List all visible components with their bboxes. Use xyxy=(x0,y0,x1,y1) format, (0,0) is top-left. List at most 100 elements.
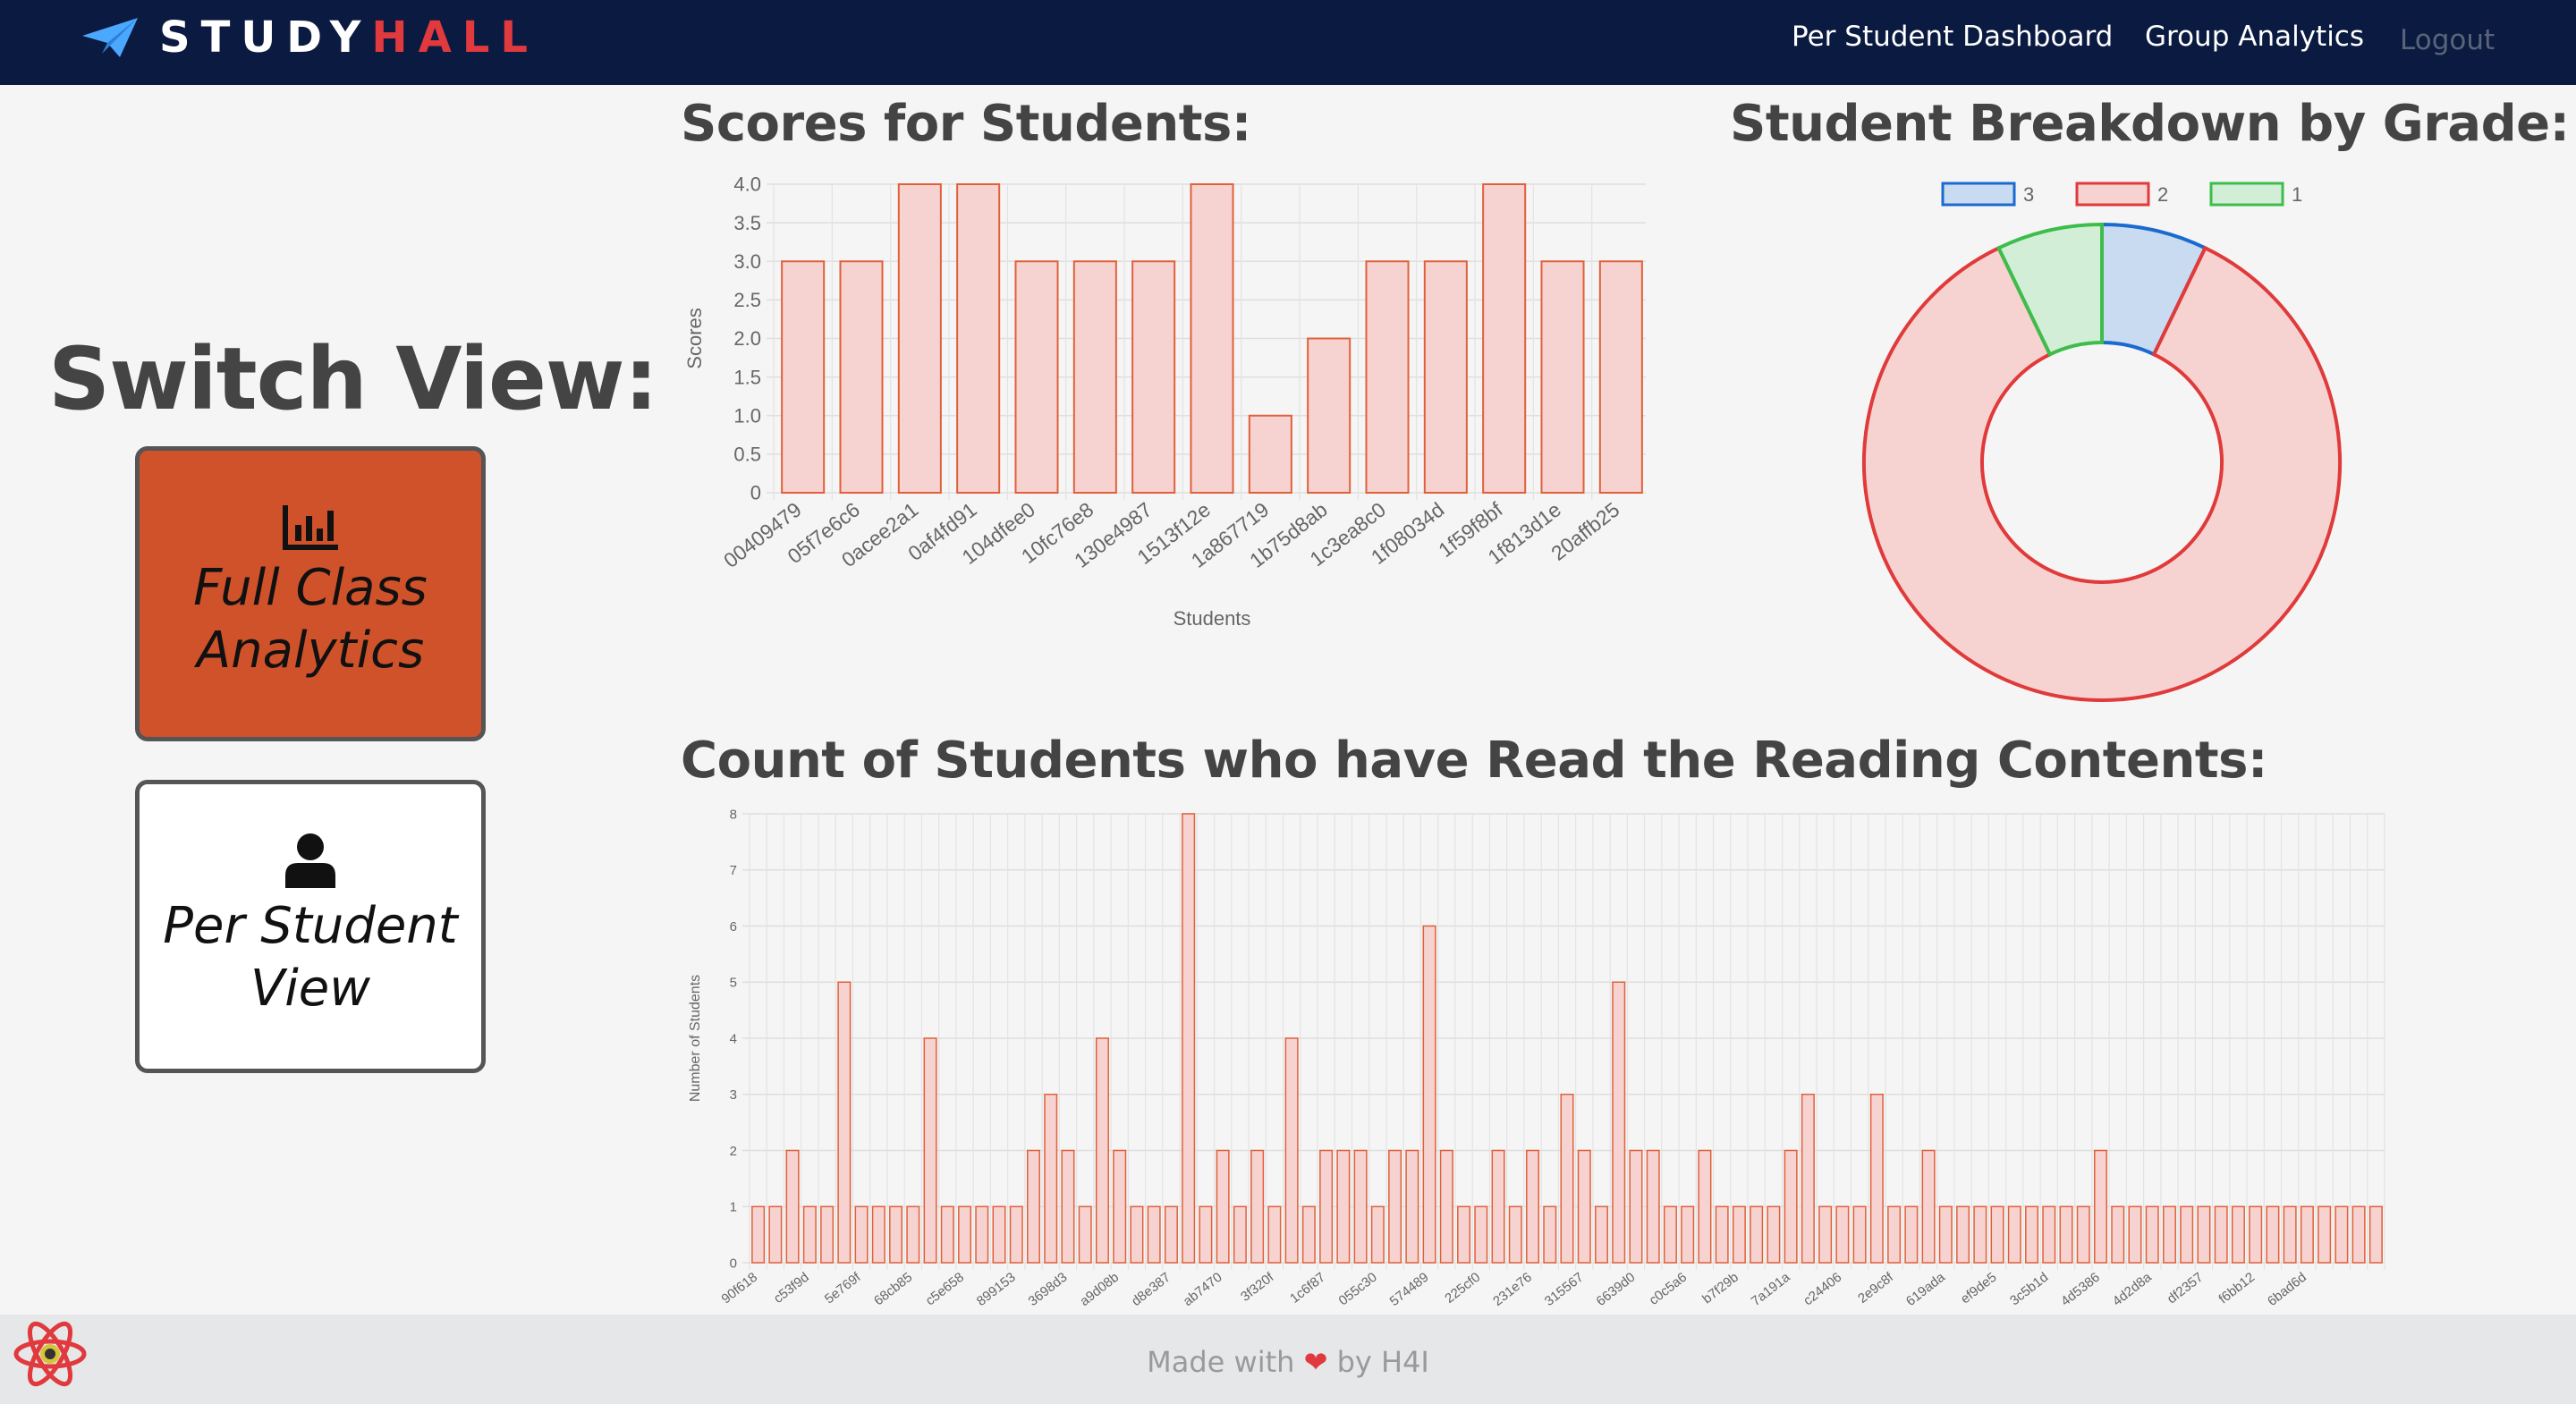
y-tick-label: 0 xyxy=(730,1256,737,1271)
bar xyxy=(2111,1205,2125,1264)
per-student-view-button[interactable]: Per Student View xyxy=(135,780,486,1073)
y-tick-label: 2 xyxy=(730,1144,737,1159)
bar xyxy=(1307,337,1352,494)
bar xyxy=(1267,1205,1282,1264)
x-tick-label: 1c6f87 xyxy=(1287,1270,1328,1307)
bar xyxy=(992,1205,1006,1264)
bar xyxy=(854,1205,869,1264)
bar xyxy=(1422,925,1436,1264)
bar xyxy=(1629,1149,1643,1264)
bar xyxy=(2197,1205,2211,1264)
x-tick-label: b7f29b xyxy=(1699,1270,1741,1307)
bar xyxy=(1526,1149,1540,1264)
bar xyxy=(1491,1149,1505,1264)
bar xyxy=(2214,1205,2228,1264)
bar xyxy=(2351,1205,2366,1264)
x-tick-label: 7a191a xyxy=(1749,1269,1793,1309)
bar xyxy=(837,981,852,1264)
x-tick-label: 225cf0 xyxy=(1442,1270,1483,1307)
x-tick-label: 6639d0 xyxy=(1594,1270,1639,1309)
y-tick-label: 7 xyxy=(730,863,737,878)
y-tick-label: 1.0 xyxy=(733,404,761,427)
bar xyxy=(2025,1205,2039,1264)
bar xyxy=(2162,1205,2176,1264)
y-tick-label: 3.5 xyxy=(733,212,761,234)
x-tick-label: 4d5386 xyxy=(2058,1270,2103,1309)
brand-logo[interactable]: STUDYHALL xyxy=(159,11,538,64)
bar xyxy=(889,1205,903,1264)
paper-plane-icon xyxy=(82,18,138,57)
bar xyxy=(1164,1205,1178,1264)
bar xyxy=(1250,1149,1265,1264)
nav-group-analytics[interactable]: Group Analytics xyxy=(2145,16,2364,57)
y-tick-label: 1.5 xyxy=(733,366,761,388)
bar xyxy=(1956,1205,1970,1264)
full-class-analytics-button[interactable]: Full Class Analytics xyxy=(135,446,486,741)
bar xyxy=(1095,1037,1109,1264)
nav-per-student-dashboard[interactable]: Per Student Dashboard xyxy=(1792,16,2113,57)
bar xyxy=(1508,1205,1522,1264)
bar xyxy=(1370,1205,1385,1264)
y-tick-label: 3.0 xyxy=(733,250,761,273)
bar xyxy=(1938,1205,1953,1264)
x-tick-label: 574489 xyxy=(1387,1270,1432,1309)
bar xyxy=(975,1205,989,1264)
bar xyxy=(1904,1205,1919,1264)
bar xyxy=(1887,1205,1902,1264)
bar xyxy=(1663,1205,1677,1264)
bar xyxy=(1078,1205,1092,1264)
x-tick-label: 2e9c8f xyxy=(1855,1269,1897,1307)
bar xyxy=(1131,260,1176,494)
bar xyxy=(1044,1094,1058,1264)
bar xyxy=(2059,1205,2073,1264)
y-axis-title: Scores xyxy=(683,308,706,368)
bar xyxy=(2334,1205,2349,1264)
bar xyxy=(2076,1205,2090,1264)
scores-bar-chart: 00.51.01.52.02.53.03.54.00040947905f7e6c… xyxy=(683,173,1646,630)
bar xyxy=(820,1205,835,1264)
bar xyxy=(958,1205,972,1264)
scores-chart-title: Scores for Students: xyxy=(681,95,1251,153)
bar xyxy=(1182,813,1196,1264)
bar xyxy=(1540,260,1585,494)
bar xyxy=(956,183,1001,494)
x-tick-label: 90f618 xyxy=(718,1270,760,1307)
x-axis-title: Students xyxy=(1174,607,1251,630)
bar xyxy=(1973,1205,1987,1264)
bar xyxy=(1199,1205,1213,1264)
nav-logout[interactable]: Logout xyxy=(2400,20,2495,61)
x-tick-label: 6bad6d xyxy=(2265,1270,2309,1309)
bar xyxy=(2368,1205,2383,1264)
bar xyxy=(897,183,942,494)
footer: Made with ❤ by H4I xyxy=(0,1315,2576,1404)
x-tick-label: 055c30 xyxy=(1336,1270,1380,1309)
bar xyxy=(1750,1205,1764,1264)
heart-icon: ❤ xyxy=(1303,1345,1328,1379)
bar xyxy=(2231,1205,2245,1264)
x-tick-label: ef9de5 xyxy=(1958,1270,2000,1307)
bar xyxy=(802,1205,817,1264)
bar xyxy=(1365,260,1410,494)
y-tick-label: 2.5 xyxy=(733,289,761,311)
x-tick-label: 315567 xyxy=(1542,1270,1587,1309)
y-axis-title: Number of Students xyxy=(688,975,703,1102)
react-logo-icon[interactable] xyxy=(13,1316,88,1391)
bar xyxy=(1681,1205,1695,1264)
bar xyxy=(871,1205,886,1264)
legend-label: 3 xyxy=(2023,183,2034,206)
y-tick-label: 4 xyxy=(730,1031,737,1046)
y-tick-label: 1 xyxy=(730,1200,737,1215)
bar xyxy=(2266,1205,2280,1264)
bar xyxy=(1190,183,1234,494)
switch-view-title: Switch View: xyxy=(48,329,658,429)
x-tick-label: a9d08b xyxy=(1077,1270,1122,1309)
bar xyxy=(1233,1205,1247,1264)
x-tick-label: 3c5b1d xyxy=(2007,1270,2051,1309)
bar xyxy=(1852,1205,1867,1264)
bar xyxy=(1147,1205,1161,1264)
bar xyxy=(1577,1149,1591,1264)
bar xyxy=(1388,1149,1402,1264)
grade-chart-title: Student Breakdown by Grade: xyxy=(1730,95,2570,153)
x-tick-label: 231e76 xyxy=(1490,1270,1535,1309)
bar xyxy=(839,260,884,494)
